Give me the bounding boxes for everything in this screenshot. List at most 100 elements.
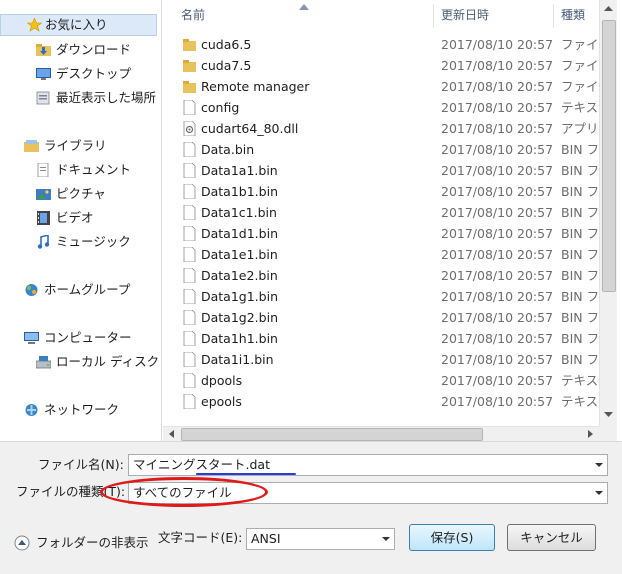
file-row[interactable]: Data1h1.bin 2017/08/10 20:57 BIN ファイル [163, 328, 599, 349]
sort-arrow-icon [299, 4, 309, 10]
filetype-dropdown-arrow[interactable] [595, 491, 603, 495]
scroll-left-icon[interactable] [169, 430, 174, 438]
recent-places-icon [36, 91, 50, 105]
dll-file-icon [183, 121, 196, 136]
file-row[interactable]: config 2017/08/10 20:57 テキスト ドキュメント [163, 97, 599, 118]
file-type: BIN ファイル [561, 247, 599, 262]
file-list: 名前 更新日時 種類 cuda6.5 2017/08/10 20:57 ファイル フ… [163, 0, 599, 426]
file-type: ファイル フォルダー [561, 79, 599, 94]
scroll-right-icon[interactable] [588, 430, 593, 438]
file-row[interactable]: cuda6.5 2017/08/10 20:57 ファイル フォルダー [163, 34, 599, 55]
music-icon [37, 235, 50, 249]
file-icon [183, 142, 196, 157]
file-row[interactable]: Data1b1.bin 2017/08/10 20:57 BIN ファイル [163, 181, 599, 202]
star-icon [27, 18, 42, 32]
file-name: Remote manager [201, 79, 310, 94]
scroll-down-icon[interactable] [604, 412, 613, 417]
file-date: 2017/08/10 20:57 [441, 331, 554, 346]
file-icon [183, 268, 196, 283]
ellipse-annotation [100, 477, 268, 507]
file-row[interactable]: Data1g1.bin 2017/08/10 20:57 BIN ファイル [163, 286, 599, 307]
file-row[interactable]: dpools 2017/08/10 20:57 テキスト ドキュメント [163, 370, 599, 391]
file-name: Data1e1.bin [201, 247, 278, 262]
cancel-button[interactable]: キャンセル [507, 524, 596, 551]
file-name: Data1a1.bin [201, 163, 278, 178]
file-icon [183, 289, 196, 304]
file-name: epools [201, 394, 242, 409]
file-type: テキスト ドキュメント [561, 100, 599, 115]
file-date: 2017/08/10 20:57 [441, 268, 554, 283]
file-type: BIN ファイル [561, 184, 599, 199]
file-row[interactable]: Data1e1.bin 2017/08/10 20:57 BIN ファイル [163, 244, 599, 265]
file-date: 2017/08/10 20:57 [441, 163, 554, 178]
file-name: Data1i1.bin [201, 352, 274, 367]
column-header-type[interactable]: 種類 [561, 0, 585, 30]
nav-downloads-label: ダウンロード [56, 42, 132, 57]
scroll-corner [599, 426, 617, 441]
file-row[interactable]: Data1e2.bin 2017/08/10 20:57 BIN ファイル [163, 265, 599, 286]
file-row[interactable]: Data1c1.bin 2017/08/10 20:57 BIN ファイル [163, 202, 599, 223]
horizontal-scrollbar[interactable] [163, 426, 599, 442]
file-type: BIN ファイル [561, 205, 599, 220]
file-row[interactable]: cudart64_80.dll 2017/08/10 20:57 アプリケーション拡… [163, 118, 599, 139]
desktop-icon [36, 68, 51, 80]
save-button[interactable]: 保存(S) [409, 524, 495, 551]
file-row[interactable]: Data1a1.bin 2017/08/10 20:57 BIN ファイル [163, 160, 599, 181]
file-date: 2017/08/10 20:57 [441, 184, 554, 199]
encoding-value[interactable]: ANSI [251, 531, 281, 546]
file-name: cuda7.5 [201, 58, 252, 73]
file-icon [183, 310, 196, 325]
file-date: 2017/08/10 20:57 [441, 352, 554, 367]
homegroup-icon [25, 284, 38, 296]
file-type: テキスト ドキュメント [561, 394, 599, 409]
nav-videos-label: ビデオ [56, 210, 94, 225]
file-type: ファイル フォルダー [561, 58, 599, 73]
file-name: Data1b1.bin [201, 184, 278, 199]
file-name: config [201, 100, 240, 115]
file-type: BIN ファイル [561, 268, 599, 283]
nav-recent-label: 最近表示した場所 [56, 90, 157, 105]
file-date: 2017/08/10 20:57 [441, 37, 554, 52]
file-row[interactable]: cuda7.5 2017/08/10 20:57 ファイル フォルダー [163, 55, 599, 76]
encoding-select[interactable]: ANSI [246, 528, 395, 550]
filename-dropdown-arrow[interactable] [595, 463, 603, 467]
file-name: Data1d1.bin [201, 226, 278, 241]
file-date: 2017/08/10 20:57 [441, 310, 554, 325]
column-header-date[interactable]: 更新日時 [441, 0, 489, 30]
file-type: BIN ファイル [561, 331, 599, 346]
file-date: 2017/08/10 20:57 [441, 289, 554, 304]
file-date: 2017/08/10 20:57 [441, 394, 554, 409]
column-header-name[interactable]: 名前 [181, 0, 205, 30]
vertical-scrollbar[interactable] [599, 0, 617, 426]
horizontal-scroll-thumb[interactable] [181, 428, 483, 441]
pictures-icon [36, 189, 51, 200]
file-row[interactable]: Data.bin 2017/08/10 20:57 BIN ファイル [163, 139, 599, 160]
nav-network-label: ネットワーク [44, 402, 120, 417]
downloads-folder-icon [36, 44, 51, 56]
file-name: Data1h1.bin [201, 331, 278, 346]
navigation-pane: お気に入り ダウンロード デスクトップ 最近表示した場所 ライブラリ ドキュメン… [0, 0, 186, 441]
file-type: ファイル フォルダー [561, 37, 599, 52]
file-icon [183, 394, 196, 409]
scroll-up-icon[interactable] [604, 6, 613, 11]
collapse-up-icon [14, 535, 30, 551]
filename-value[interactable]: マイニングスタート.dat [133, 457, 270, 472]
encoding-label: 文字コード(E): [158, 530, 243, 545]
file-date: 2017/08/10 20:57 [441, 121, 554, 136]
file-row[interactable]: Data1g2.bin 2017/08/10 20:57 BIN ファイル [163, 307, 599, 328]
file-type: BIN ファイル [561, 163, 599, 178]
hide-folders-label: フォルダーの非表示 [36, 535, 149, 550]
file-date: 2017/08/10 20:57 [441, 100, 554, 115]
file-row[interactable]: epools 2017/08/10 20:57 テキスト ドキュメント [163, 391, 599, 412]
file-name: Data1c1.bin [201, 205, 277, 220]
file-date: 2017/08/10 20:57 [441, 226, 554, 241]
file-row[interactable]: Data1d1.bin 2017/08/10 20:57 BIN ファイル [163, 223, 599, 244]
vertical-scroll-thumb[interactable] [602, 20, 616, 292]
file-icon [183, 373, 196, 388]
file-row[interactable]: Remote manager 2017/08/10 20:57 ファイル フォルダー [163, 76, 599, 97]
file-row[interactable]: Data1i1.bin 2017/08/10 20:57 BIN ファイル [163, 349, 599, 370]
file-type: BIN ファイル [561, 352, 599, 367]
nav-favorites[interactable]: お気に入り [0, 14, 157, 36]
file-icon [183, 184, 196, 199]
encoding-dropdown-arrow[interactable] [382, 537, 390, 541]
